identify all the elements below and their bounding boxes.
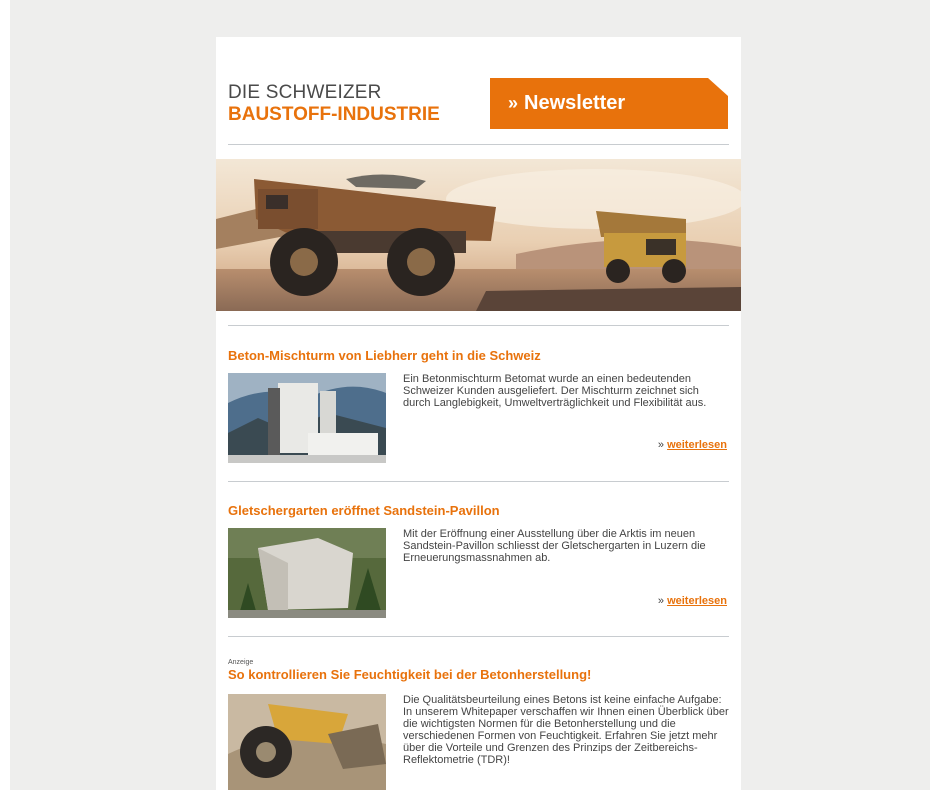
article-thumbnail-wheel-loader[interactable] [228,694,386,790]
article-thumbnail-mixing-tower[interactable] [228,373,386,463]
divider [228,144,729,145]
chevron-right-icon: » [657,595,665,607]
banner-label: Newsletter [524,92,626,114]
article-advertisement-moisture: Anzeige So kontrollieren Sie Feuchtigkei… [228,659,729,790]
article-liebherr: Beton-Mischturm von Liebherr geht in die… [228,348,729,488]
article-summary: Mit der Eröffnung einer Ausstellung über… [403,528,706,564]
ad-label: Anzeige [228,659,254,666]
read-more-link[interactable]: weiterlesen [667,595,727,607]
logo-line-2: BAUSTOFF-INDUSTRIE [228,104,440,125]
read-more-link[interactable]: weiterlesen [667,439,727,451]
divider [228,325,729,326]
divider [228,481,729,482]
logo-line-1: DIE SCHWEIZER [228,82,382,103]
hero-image-mining-trucks[interactable] [216,159,741,311]
article-gletschergarten: Gletschergarten eröffnet Sandstein-Pavil… [228,503,729,643]
newsletter-card: DIE SCHWEIZER BAUSTOFF-INDUSTRIE » Newsle… [216,37,741,790]
read-more: » weiterlesen [658,439,727,451]
chevron-icon: » [508,93,519,113]
read-more: » weiterlesen [658,595,727,607]
article-headline[interactable]: Gletschergarten eröffnet Sandstein-Pavil… [228,503,729,519]
newsletter-banner: » Newsletter [490,78,728,129]
article-summary: Ein Betonmischturm Betomat wurde an eine… [403,373,707,409]
article-thumbnail-pavilion[interactable] [228,528,386,618]
chevron-right-icon: » [657,439,665,451]
article-headline[interactable]: Beton-Mischturm von Liebherr geht in die… [228,348,729,364]
divider [228,636,729,637]
article-summary: Die Qualitätsbeurteilung eines Betons is… [403,694,729,766]
article-headline[interactable]: So kontrollieren Sie Feuchtigkeit bei de… [228,667,729,683]
brand-logo[interactable]: DIE SCHWEIZER BAUSTOFF-INDUSTRIE [228,82,440,126]
